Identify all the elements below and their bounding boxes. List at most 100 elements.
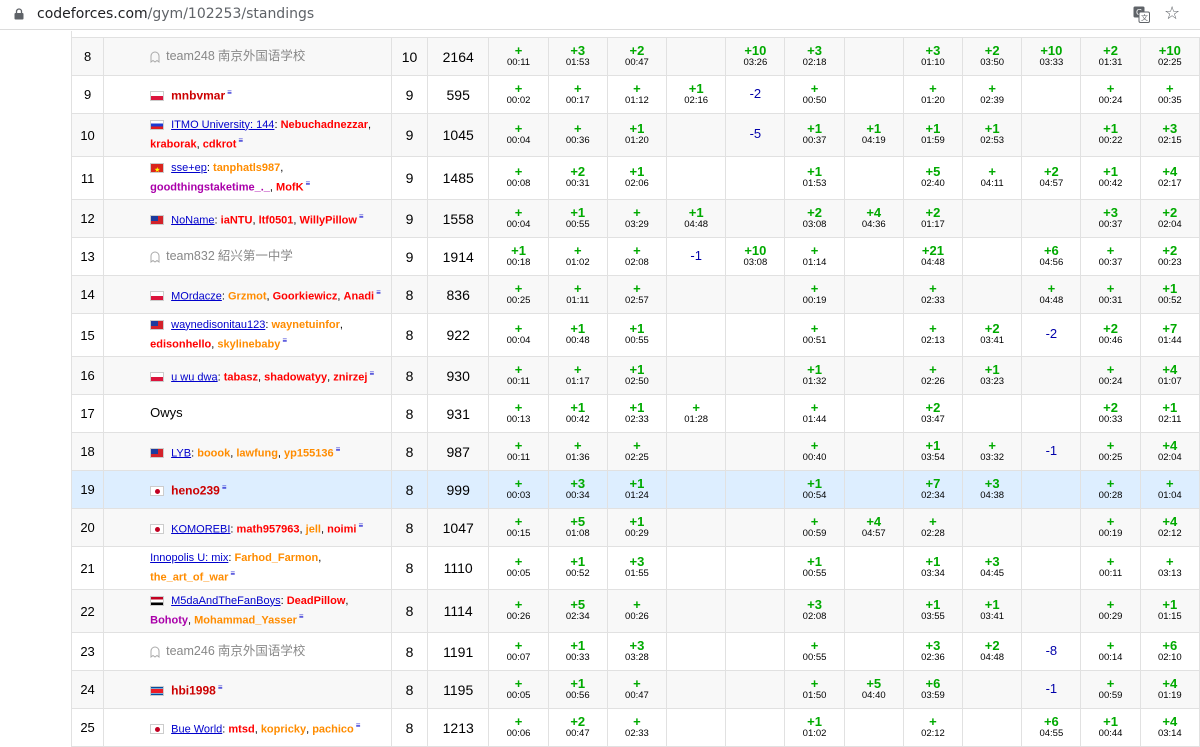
problem-cell[interactable]: -2 [725,75,786,114]
team-name[interactable]: ITMO University: 144 [171,119,274,131]
problem-cell[interactable]: +1 00:22 [1080,113,1141,157]
problem-cell[interactable]: +5 02:34 [547,589,608,633]
problem-cell[interactable]: +2 00:23 [1139,237,1200,276]
problem-cell[interactable] [1021,470,1082,509]
team-name[interactable]: LYB [171,447,191,459]
problem-cell[interactable]: +00:51 [784,313,845,357]
problem-cell[interactable]: +4 02:04 [1139,432,1200,471]
problem-cell[interactable] [1021,546,1082,590]
member-name[interactable]: waynetuinfor [271,319,339,331]
problem-cell[interactable] [666,313,727,357]
member-name[interactable]: Anadi [344,290,375,302]
problem-cell[interactable]: +00:40 [784,432,845,471]
problem-cell[interactable]: +00:07 [488,632,549,671]
problem-cell[interactable]: +3 04:38 [962,470,1023,509]
problem-cell[interactable]: +1 01:32 [784,356,845,395]
problem-cell[interactable]: +7 01:44 [1139,313,1200,357]
problem-cell[interactable]: -1 [666,237,727,276]
problem-cell[interactable] [843,589,904,633]
problem-cell[interactable]: +01:28 [666,394,727,433]
problem-cell[interactable]: +1 01:02 [784,708,845,747]
member-name[interactable]: kopricky [261,723,306,735]
problem-cell[interactable] [843,313,904,357]
problem-cell[interactable]: +4 02:17 [1139,156,1200,200]
problem-cell[interactable]: +1 00:48 [547,313,608,357]
problem-cell[interactable] [725,356,786,395]
member-name[interactable]: kraborak [150,138,196,150]
problem-cell[interactable]: +3 02:08 [784,589,845,633]
problem-cell[interactable]: +02:08 [606,237,668,276]
problem-cell[interactable] [843,75,904,114]
problem-cell[interactable]: +2 01:17 [902,199,964,238]
problem-cell[interactable]: +2 03:50 [962,37,1023,76]
problem-cell[interactable]: +00:59 [784,508,845,547]
problem-cell[interactable]: +00:31 [1080,275,1141,314]
star-icon[interactable]: ☆ [1164,3,1180,25]
problem-cell[interactable]: +1 01:24 [606,470,668,509]
problem-cell[interactable]: +00:08 [488,156,549,200]
member-name[interactable]: MofK [276,181,304,193]
problem-cell[interactable]: +4 01:07 [1139,356,1200,395]
member-name[interactable]: iaNTU [221,214,253,226]
problem-cell[interactable]: +1 00:55 [784,546,845,590]
problem-cell[interactable]: +1 00:55 [547,199,608,238]
problem-cell[interactable]: +03:29 [606,199,668,238]
problem-cell[interactable] [725,275,786,314]
problem-cell[interactable]: +00:11 [1080,546,1141,590]
member-name[interactable]: goodthingstaketime_._ [150,181,270,193]
problem-cell[interactable]: +01:50 [784,670,845,709]
problem-cell[interactable] [725,470,786,509]
team-name[interactable]: mnbvmar [171,88,225,102]
member-name[interactable]: Bohoty [150,614,188,626]
problem-cell[interactable]: +2 03:41 [962,313,1023,357]
team-name[interactable]: sse+ep [171,162,207,174]
problem-cell[interactable]: -8 [1021,632,1082,671]
problem-cell[interactable] [666,508,727,547]
problem-cell[interactable] [843,546,904,590]
problem-cell[interactable]: +1 00:42 [547,394,608,433]
team-name[interactable]: NoName [171,214,214,226]
problem-cell[interactable]: +02:33 [606,708,668,747]
problem-cell[interactable]: +00:06 [488,708,549,747]
problem-cell[interactable]: +01:12 [606,75,668,114]
problem-cell[interactable] [843,37,904,76]
problem-cell[interactable]: +4 04:36 [843,199,904,238]
problem-cell[interactable] [666,470,727,509]
problem-cell[interactable]: +5 04:40 [843,670,904,709]
problem-cell[interactable]: +00:14 [1080,632,1141,671]
problem-cell[interactable] [1021,589,1082,633]
member-name[interactable]: tabasz [224,371,258,383]
problem-cell[interactable]: +1 01:20 [606,113,668,157]
problem-cell[interactable] [725,708,786,747]
member-name[interactable]: DeadPillow [287,595,346,607]
problem-cell[interactable]: +00:24 [1080,356,1141,395]
problem-cell[interactable]: +01:11 [547,275,608,314]
problem-cell[interactable] [843,470,904,509]
team-name[interactable]: KOMOREBI [171,523,230,535]
problem-cell[interactable]: +02:57 [606,275,668,314]
problem-cell[interactable]: +04:11 [962,156,1023,200]
problem-cell[interactable]: +2 04:57 [1021,156,1082,200]
team-name[interactable]: Innopolis U: mix [150,552,228,564]
problem-cell[interactable]: +1 02:16 [666,75,727,114]
problem-cell[interactable]: +1 02:11 [1139,394,1200,433]
member-name[interactable]: edisonhello [150,338,211,350]
problem-cell[interactable]: +00:19 [1080,508,1141,547]
problem-cell[interactable]: +21 04:48 [902,237,964,276]
problem-cell[interactable]: +1 00:33 [547,632,608,671]
problem-cell[interactable]: +10 02:25 [1139,37,1200,76]
problem-cell[interactable]: +3 00:34 [547,470,608,509]
problem-cell[interactable] [843,394,904,433]
problem-cell[interactable]: +02:33 [902,275,964,314]
team-name[interactable]: waynedisonitau123 [171,319,265,331]
problem-cell[interactable]: +00:37 [1080,237,1141,276]
problem-cell[interactable]: +00:55 [784,632,845,671]
member-name[interactable]: Goorkiewicz [273,290,338,302]
team-name[interactable]: Bue World [171,723,222,735]
team-name[interactable]: team248 [166,49,215,63]
problem-cell[interactable]: +03:13 [1139,546,1200,590]
problem-cell[interactable] [843,632,904,671]
problem-cell[interactable] [843,708,904,747]
team-name[interactable]: team832 [166,249,215,263]
member-name[interactable]: znirzej [333,371,367,383]
